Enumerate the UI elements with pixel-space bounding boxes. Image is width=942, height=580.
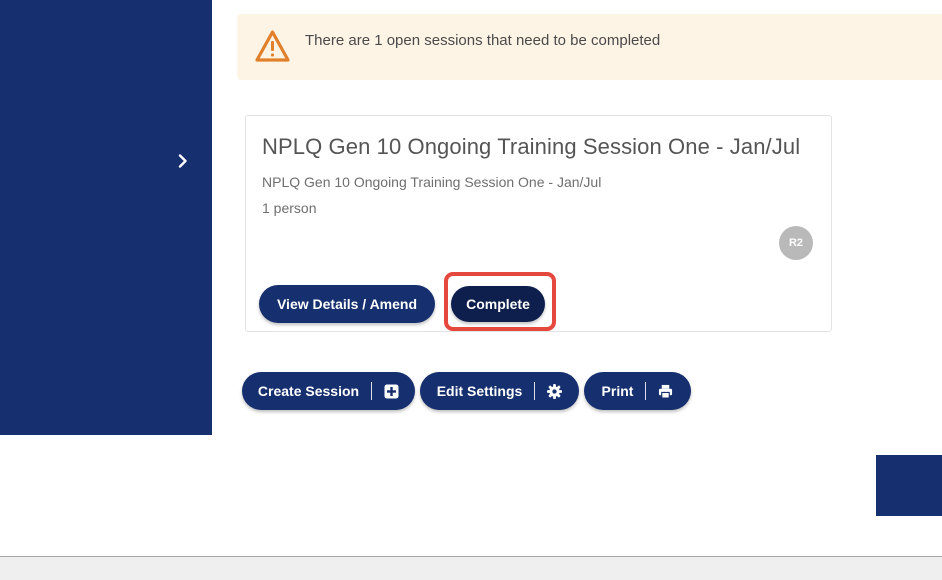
- printer-icon: [658, 384, 673, 399]
- sidebar: [0, 0, 212, 435]
- create-session-content: Create Session: [258, 382, 399, 400]
- create-session-button[interactable]: Create Session: [242, 372, 415, 410]
- print-content: Print: [602, 382, 674, 400]
- session-people-count: 1 person: [262, 200, 317, 216]
- button-divider: [534, 382, 536, 400]
- warning-triangle-icon: [255, 30, 290, 62]
- button-divider: [371, 382, 373, 400]
- edit-settings-button[interactable]: Edit Settings: [420, 372, 579, 410]
- footer-bar: [0, 556, 942, 580]
- print-label: Print: [601, 383, 634, 399]
- alert-message: There are 1 open sessions that need to b…: [305, 32, 661, 49]
- page: There are 1 open sessions that need to b…: [0, 0, 942, 580]
- session-card: NPLQ Gen 10 Ongoing Training Session One…: [245, 115, 832, 332]
- sidebar-toggle[interactable]: [174, 152, 192, 170]
- view-details-amend-button[interactable]: View Details / Amend: [259, 285, 435, 323]
- plus-square-icon: [384, 384, 399, 399]
- edit-settings-label: Edit Settings: [436, 383, 523, 399]
- chevron-right-icon: [178, 154, 187, 168]
- edit-settings-content: Edit Settings: [437, 382, 563, 400]
- avatar: R2: [779, 226, 813, 260]
- session-title: NPLQ Gen 10 Ongoing Training Session One…: [262, 134, 801, 159]
- create-session-label: Create Session: [257, 383, 360, 399]
- session-subtitle: NPLQ Gen 10 Ongoing Training Session One…: [262, 174, 602, 190]
- gear-icon: [547, 383, 563, 399]
- complete-button[interactable]: Complete: [451, 286, 545, 322]
- button-divider: [645, 382, 647, 400]
- side-panel-tab[interactable]: [876, 455, 942, 516]
- open-sessions-alert: There are 1 open sessions that need to b…: [237, 14, 942, 80]
- print-button[interactable]: Print: [584, 372, 691, 410]
